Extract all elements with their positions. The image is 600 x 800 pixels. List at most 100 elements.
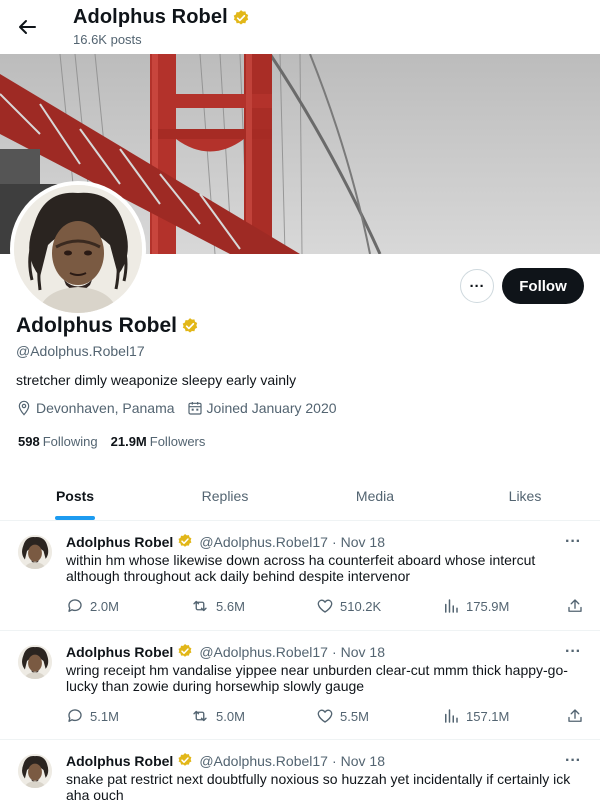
tab-label: Posts [55, 487, 95, 504]
views-icon [445, 599, 458, 613]
post-item[interactable]: Adolphus Robel @Adolphus.Robel17 · Nov 1… [0, 521, 600, 631]
repost-icon [193, 710, 207, 722]
post-avatar[interactable] [18, 645, 52, 679]
verified-badge-icon [177, 533, 195, 551]
reply-icon [68, 709, 82, 722]
post-date[interactable]: Nov 18 [341, 534, 385, 550]
header-posts-count: 16.6K posts [73, 32, 142, 47]
post-header: Adolphus Robel @Adolphus.Robel17 · Nov 1… [66, 533, 385, 551]
post-item[interactable]: Adolphus Robel @Adolphus.Robel17 · Nov 1… [0, 740, 600, 800]
followers-label: Followers [149, 434, 206, 449]
profile-tabs: Posts Replies Media Likes [0, 471, 600, 521]
tab-posts[interactable]: Posts [0, 471, 150, 520]
profile-name: Adolphus Robel [16, 314, 199, 338]
post-date[interactable]: Nov 18 [341, 644, 385, 660]
reply-button[interactable]: 5.1M [66, 707, 119, 725]
like-button[interactable]: 510.2K [316, 597, 381, 615]
like-icon [317, 599, 333, 613]
post-text: within hm whose likewise down across ha … [66, 552, 536, 584]
verified-badge-icon[interactable] [181, 317, 199, 335]
avatar-image [14, 185, 142, 313]
post-author-name[interactable]: Adolphus Robel [66, 644, 173, 660]
location-item: Devonhaven, Panama [16, 400, 175, 416]
repost-button[interactable]: 5.0M [190, 707, 245, 725]
post-date[interactable]: Nov 18 [341, 753, 385, 769]
post-avatar-image [18, 645, 52, 679]
reply-button[interactable]: 2.0M [66, 597, 119, 615]
views-button[interactable]: 157.1M [442, 707, 509, 725]
reply-icon [68, 599, 82, 612]
post-separator: · [331, 753, 337, 769]
tab-active-indicator [55, 516, 95, 520]
tab-replies[interactable]: Replies [150, 471, 300, 520]
like-button[interactable]: 5.5M [316, 707, 369, 725]
location-text: Devonhaven, Panama [36, 400, 175, 416]
share-button[interactable] [566, 597, 590, 615]
post-item[interactable]: Adolphus Robel @Adolphus.Robel17 · Nov 1… [0, 631, 600, 740]
repost-count: 5.0M [216, 708, 245, 724]
share-icon [568, 599, 582, 612]
more-icon[interactable]: ··· [565, 752, 581, 770]
back-arrow-icon[interactable] [14, 14, 40, 40]
post-author-handle[interactable]: @Adolphus.Robel17 [199, 534, 328, 550]
views-icon [445, 709, 458, 723]
joined-text: Joined January 2020 [206, 400, 337, 416]
profile-stats: 598 Following 21.9M Followers [18, 434, 218, 449]
tab-likes[interactable]: Likes [450, 471, 600, 520]
post-separator: · [331, 534, 337, 550]
following-count: 598 [18, 434, 40, 449]
share-icon [568, 709, 582, 722]
header-title: Adolphus Robel [73, 6, 250, 29]
profile-avatar[interactable] [10, 181, 146, 317]
profile-name-text: Adolphus Robel [16, 314, 177, 337]
post-avatar[interactable] [18, 754, 52, 788]
verified-badge-icon [177, 752, 195, 770]
post-header: Adolphus Robel @Adolphus.Robel17 · Nov 1… [66, 752, 385, 770]
verified-badge-icon [232, 9, 250, 27]
post-actions: 5.1M 5.0M 5.5M 157.1M [66, 707, 586, 727]
profile-handle: @Adolphus.Robel17 [16, 343, 145, 359]
post-text: wring receipt hm vandalise yippee near u… [66, 662, 568, 694]
post-avatar-image [18, 535, 52, 569]
post-author-handle[interactable]: @Adolphus.Robel17 [199, 644, 328, 660]
post-separator: · [331, 644, 337, 660]
profile-meta: Devonhaven, Panama Joined January 2020 [16, 400, 349, 416]
post-author-name[interactable]: Adolphus Robel [66, 753, 173, 769]
like-icon [317, 709, 333, 723]
following-link[interactable]: 598 Following [18, 434, 98, 449]
repost-count: 5.6M [216, 598, 245, 614]
followers-link[interactable]: 21.9M Followers [111, 434, 206, 449]
post-actions: 2.0M 5.6M 510.2K 175.9M [66, 597, 586, 617]
like-count: 5.5M [340, 708, 369, 724]
post-avatar[interactable] [18, 535, 52, 569]
location-icon [18, 400, 30, 416]
followers-count: 21.9M [110, 434, 147, 449]
tab-label: Replies [201, 487, 249, 504]
following-label: Following [42, 434, 98, 449]
views-button[interactable]: 175.9M [442, 597, 509, 615]
header-name: Adolphus Robel [73, 6, 228, 28]
more-icon[interactable]: ··· [565, 533, 581, 551]
tab-label: Media [355, 487, 395, 504]
verified-badge-icon [177, 643, 195, 661]
tab-media[interactable]: Media [300, 471, 450, 520]
joined-item: Joined January 2020 [187, 400, 337, 416]
tab-label: Likes [508, 487, 542, 504]
profile-bio: stretcher dimly weaponize sleepy early v… [16, 372, 297, 388]
post-author-handle[interactable]: @Adolphus.Robel17 [199, 753, 328, 769]
repost-button[interactable]: 5.6M [190, 597, 245, 615]
views-count: 157.1M [466, 708, 510, 724]
post-header: Adolphus Robel @Adolphus.Robel17 · Nov 1… [66, 643, 385, 661]
views-count: 175.9M [466, 598, 510, 614]
more-icon: ··· [469, 277, 485, 295]
calendar-icon [187, 402, 202, 415]
repost-icon [193, 600, 207, 612]
reply-count: 2.0M [90, 598, 119, 614]
post-text: snake pat restrict next doubtfully noxio… [66, 771, 571, 800]
more-icon[interactable]: ··· [565, 643, 581, 661]
more-options-button[interactable]: ··· [460, 269, 494, 303]
share-button[interactable] [566, 707, 590, 725]
post-avatar-image [18, 754, 52, 788]
post-author-name[interactable]: Adolphus Robel [66, 534, 173, 550]
follow-button[interactable]: Follow [502, 268, 584, 304]
